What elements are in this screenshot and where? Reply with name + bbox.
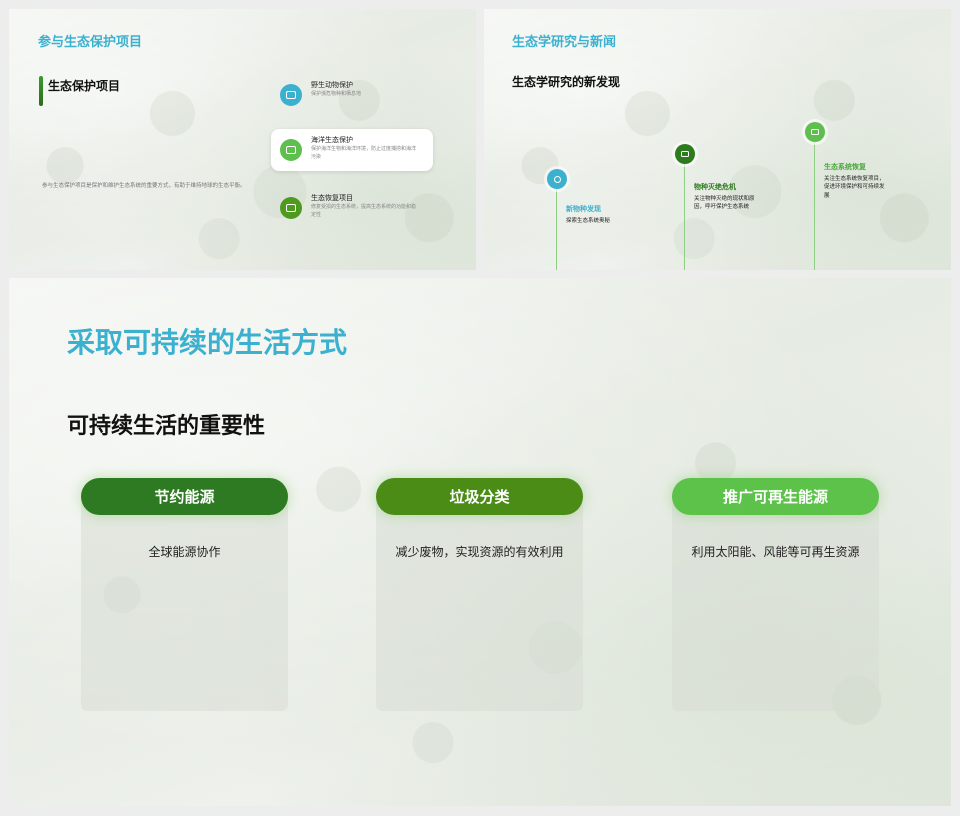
project-item-desc: 修复受损的生态系统，提高生态系统的功能和稳定性 <box>311 204 417 218</box>
image-icon <box>805 122 825 142</box>
slide-title: 参与生态保护项目 <box>38 34 143 49</box>
project-item-desc: 保护海洋生物和海洋环境，防止过度捕捞和海洋污染 <box>311 146 417 160</box>
slide-title: 生态学研究与新闻 <box>512 34 617 49</box>
card-renewable-energy: 推广可再生能源 利用太阳能、风能等可再生资源 <box>672 478 879 711</box>
timeline-desc: 关注生态系统恢复项目，促进环境保护和可持续发展 <box>824 176 885 199</box>
project-item[interactable]: 野生动物保护 保护濒危物种和栖息地 <box>271 74 433 116</box>
card-body <box>672 493 879 711</box>
timeline-title: 生态系统恢复 <box>824 164 866 171</box>
slide-ecology-research[interactable]: 生态学研究与新闻 生态学研究的新发现 新物种发现 探索生态系统奥秘 物种灭绝危机… <box>484 9 951 270</box>
slide-sustainable-living[interactable]: 采取可持续的生活方式 可持续生活的重要性 节约能源 全球能源协作 垃圾分类 减少… <box>9 278 951 806</box>
timeline-line <box>684 164 685 270</box>
pin-icon <box>547 169 567 189</box>
accent-bar <box>39 76 43 106</box>
slide-description: 参与生态保护项目是保护和维护生态系统的重要方式，有助于维持地球的生态平衡。 <box>42 183 246 189</box>
timeline-desc: 探索生态系统奥秘 <box>566 218 611 224</box>
timeline-desc: 关注物种灭绝的现状和原因，呼吁保护生态系统 <box>694 196 755 211</box>
project-item-desc: 保护濒危物种和栖息地 <box>311 91 362 97</box>
network-icon <box>675 144 695 164</box>
slide-subtitle: 生态学研究的新发现 <box>512 75 621 89</box>
timeline-line <box>814 142 815 270</box>
project-item-active[interactable]: 海洋生态保护 保护海洋生物和海洋环境，防止过度捕捞和海洋污染 <box>271 129 433 171</box>
slide-title: 采取可持续的生活方式 <box>67 327 348 358</box>
slide-subtitle: 生态保护项目 <box>48 79 121 93</box>
card-heading: 推广可再生能源 <box>672 478 879 515</box>
card-save-energy: 节约能源 全球能源协作 <box>81 478 288 711</box>
project-item-title: 海洋生态保护 <box>311 137 353 144</box>
car-icon <box>280 139 302 161</box>
card-body <box>81 493 288 711</box>
card-heading: 垃圾分类 <box>376 478 583 515</box>
slide-subtitle: 可持续生活的重要性 <box>67 413 266 438</box>
camera-icon <box>280 84 302 106</box>
timeline-line <box>556 189 557 270</box>
slide-ecology-projects[interactable]: 参与生态保护项目 生态保护项目 参与生态保护项目是保护和维护生态系统的重要方式，… <box>9 9 476 270</box>
card-text: 减少废物，实现资源的有效利用 <box>395 545 564 559</box>
project-item[interactable]: 生态恢复项目 修复受损的生态系统，提高生态系统的功能和稳定性 <box>271 187 433 229</box>
project-item-title: 野生动物保护 <box>311 82 353 89</box>
chat-icon <box>280 197 302 219</box>
card-body <box>376 493 583 711</box>
timeline-title: 新物种发现 <box>566 206 601 213</box>
card-waste-sorting: 垃圾分类 减少废物，实现资源的有效利用 <box>376 478 583 711</box>
project-item-title: 生态恢复项目 <box>311 195 353 202</box>
card-heading: 节约能源 <box>81 478 288 515</box>
timeline-title: 物种灭绝危机 <box>694 184 736 191</box>
card-text: 全球能源协作 <box>148 545 221 559</box>
card-text: 利用太阳能、风能等可再生资源 <box>691 545 860 559</box>
